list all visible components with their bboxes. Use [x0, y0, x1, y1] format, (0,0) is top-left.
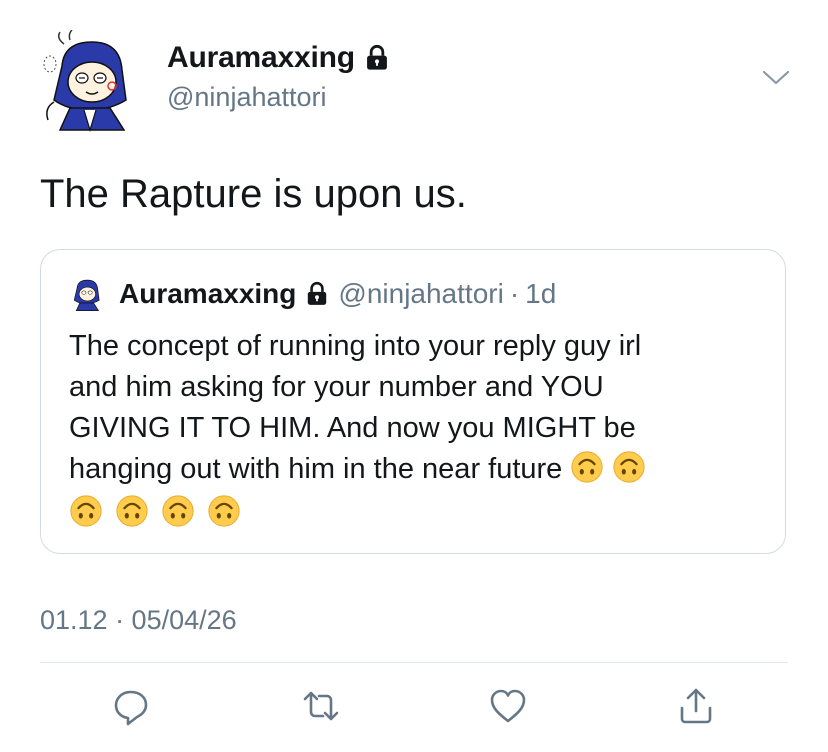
- quoted-tweet-text: The concept of running into your reply g…: [69, 326, 769, 528]
- upside-down-face-emoji-icon: [613, 451, 645, 483]
- author-avatar[interactable]: [40, 29, 136, 134]
- upside-down-face-emoji-icon: [162, 495, 194, 527]
- quoted-author-avatar-icon: [73, 279, 100, 311]
- retweet-button[interactable]: [301, 686, 341, 726]
- lock-icon: [366, 44, 387, 70]
- reply-icon: [114, 690, 148, 726]
- chevron-down-icon[interactable]: [760, 66, 792, 90]
- like-button[interactable]: [488, 686, 528, 726]
- upside-down-face-emoji-icon: [116, 495, 148, 527]
- share-icon: [680, 688, 712, 724]
- quoted-separator: ·: [509, 278, 520, 309]
- author-display-name[interactable]: Auramaxxing: [167, 38, 355, 78]
- upside-down-face-emoji-icon: [571, 451, 603, 483]
- quoted-tweet-card[interactable]: Auramaxxing @ninjahattori · 1d The conce…: [40, 249, 786, 554]
- quoted-text-line: GIVING IT TO HIM. And now you MIGHT be: [69, 412, 636, 444]
- quoted-author-name: Auramaxxing: [119, 278, 297, 309]
- quoted-text-line: and him asking for your number and YOU: [69, 371, 604, 403]
- quoted-author-handle: @ninjahattori: [338, 278, 504, 309]
- tweet-timestamp[interactable]: 01.12 · 05/04/26: [40, 600, 237, 640]
- like-icon: [490, 689, 526, 723]
- share-button[interactable]: [676, 686, 716, 726]
- upside-down-face-emoji-icon: [70, 495, 102, 527]
- quoted-text-line: The concept of running into your reply g…: [69, 330, 642, 362]
- quoted-time: 1d: [525, 278, 557, 309]
- upside-down-face-emoji-icon: [208, 495, 240, 527]
- ninja-avatar-icon: [43, 29, 127, 133]
- author-handle[interactable]: @ninjahattori: [167, 79, 391, 115]
- tweet-text: The Rapture is upon us.: [40, 172, 467, 216]
- divider: [40, 662, 788, 663]
- retweet-icon: [303, 691, 339, 721]
- quoted-text-line-last: hanging out with him in the near future: [69, 449, 769, 490]
- reply-button[interactable]: [111, 686, 151, 726]
- tweet-author[interactable]: Auramaxxing @ninjahattori: [167, 38, 391, 115]
- quoted-text-line: hanging out with him in the near future: [69, 453, 563, 485]
- emoji-group: [562, 451, 646, 485]
- emoji-row: [69, 494, 769, 528]
- lock-icon: [308, 281, 327, 305]
